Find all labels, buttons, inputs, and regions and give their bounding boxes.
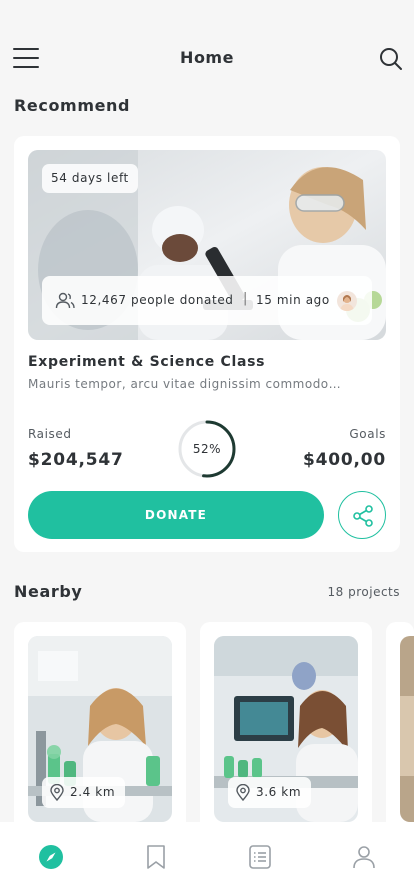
project-title: Experiment & Science Class xyxy=(28,354,266,370)
people-icon xyxy=(55,292,75,309)
top-bar: Home xyxy=(0,0,414,90)
nearby-card-partial[interactable] xyxy=(386,622,414,852)
profile-icon[interactable] xyxy=(351,844,377,872)
progress-ring: 52% xyxy=(177,419,237,479)
distance-badge: 3.6 km xyxy=(228,777,312,808)
search-icon[interactable] xyxy=(378,46,404,72)
days-left-badge: 54 days left xyxy=(42,164,138,193)
bottom-tab-bar xyxy=(0,822,414,896)
donate-button[interactable]: DONATE xyxy=(28,491,324,539)
separator: | xyxy=(243,291,248,306)
nearby-project-count[interactable]: 18 projects xyxy=(328,585,400,599)
goal-value: $400,00 xyxy=(302,450,386,470)
share-icon xyxy=(353,505,373,527)
compass-icon[interactable] xyxy=(38,844,64,872)
progress-percent: 52% xyxy=(192,442,222,456)
bookmark-icon[interactable] xyxy=(143,844,169,872)
share-button[interactable] xyxy=(338,491,386,539)
project-photo: 2.4 km xyxy=(28,636,172,822)
time-ago: 15 min ago xyxy=(256,293,330,307)
project-photo xyxy=(400,636,414,822)
nearby-card[interactable]: 3.6 km xyxy=(200,622,372,852)
recommend-section-title: Recommend xyxy=(14,96,131,115)
project-photo: 54 days left 12,467 people donated | 15 … xyxy=(28,150,386,340)
goal-label: Goals xyxy=(349,427,386,441)
raised-label: Raised xyxy=(28,427,72,441)
avatar xyxy=(337,291,357,311)
list-icon[interactable] xyxy=(247,844,273,872)
project-description: Mauris tempor, arcu vitae dignissim comm… xyxy=(28,377,342,391)
distance-value: 3.6 km xyxy=(256,785,302,799)
location-pin-icon xyxy=(236,784,250,801)
recommend-card[interactable]: 54 days left 12,467 people donated | 15 … xyxy=(14,136,400,552)
distance-value: 2.4 km xyxy=(70,785,116,799)
page-title: Home xyxy=(180,48,234,67)
donor-count: 12,467 people donated xyxy=(81,293,234,307)
location-pin-icon xyxy=(50,784,64,801)
donation-info-bar: 12,467 people donated | 15 min ago xyxy=(42,276,372,325)
project-photo: 3.6 km xyxy=(214,636,358,822)
raised-value: $204,547 xyxy=(28,450,124,470)
nearby-card[interactable]: 2.4 km xyxy=(14,622,186,852)
nearby-section-title: Nearby xyxy=(14,582,83,601)
distance-badge: 2.4 km xyxy=(42,777,126,808)
